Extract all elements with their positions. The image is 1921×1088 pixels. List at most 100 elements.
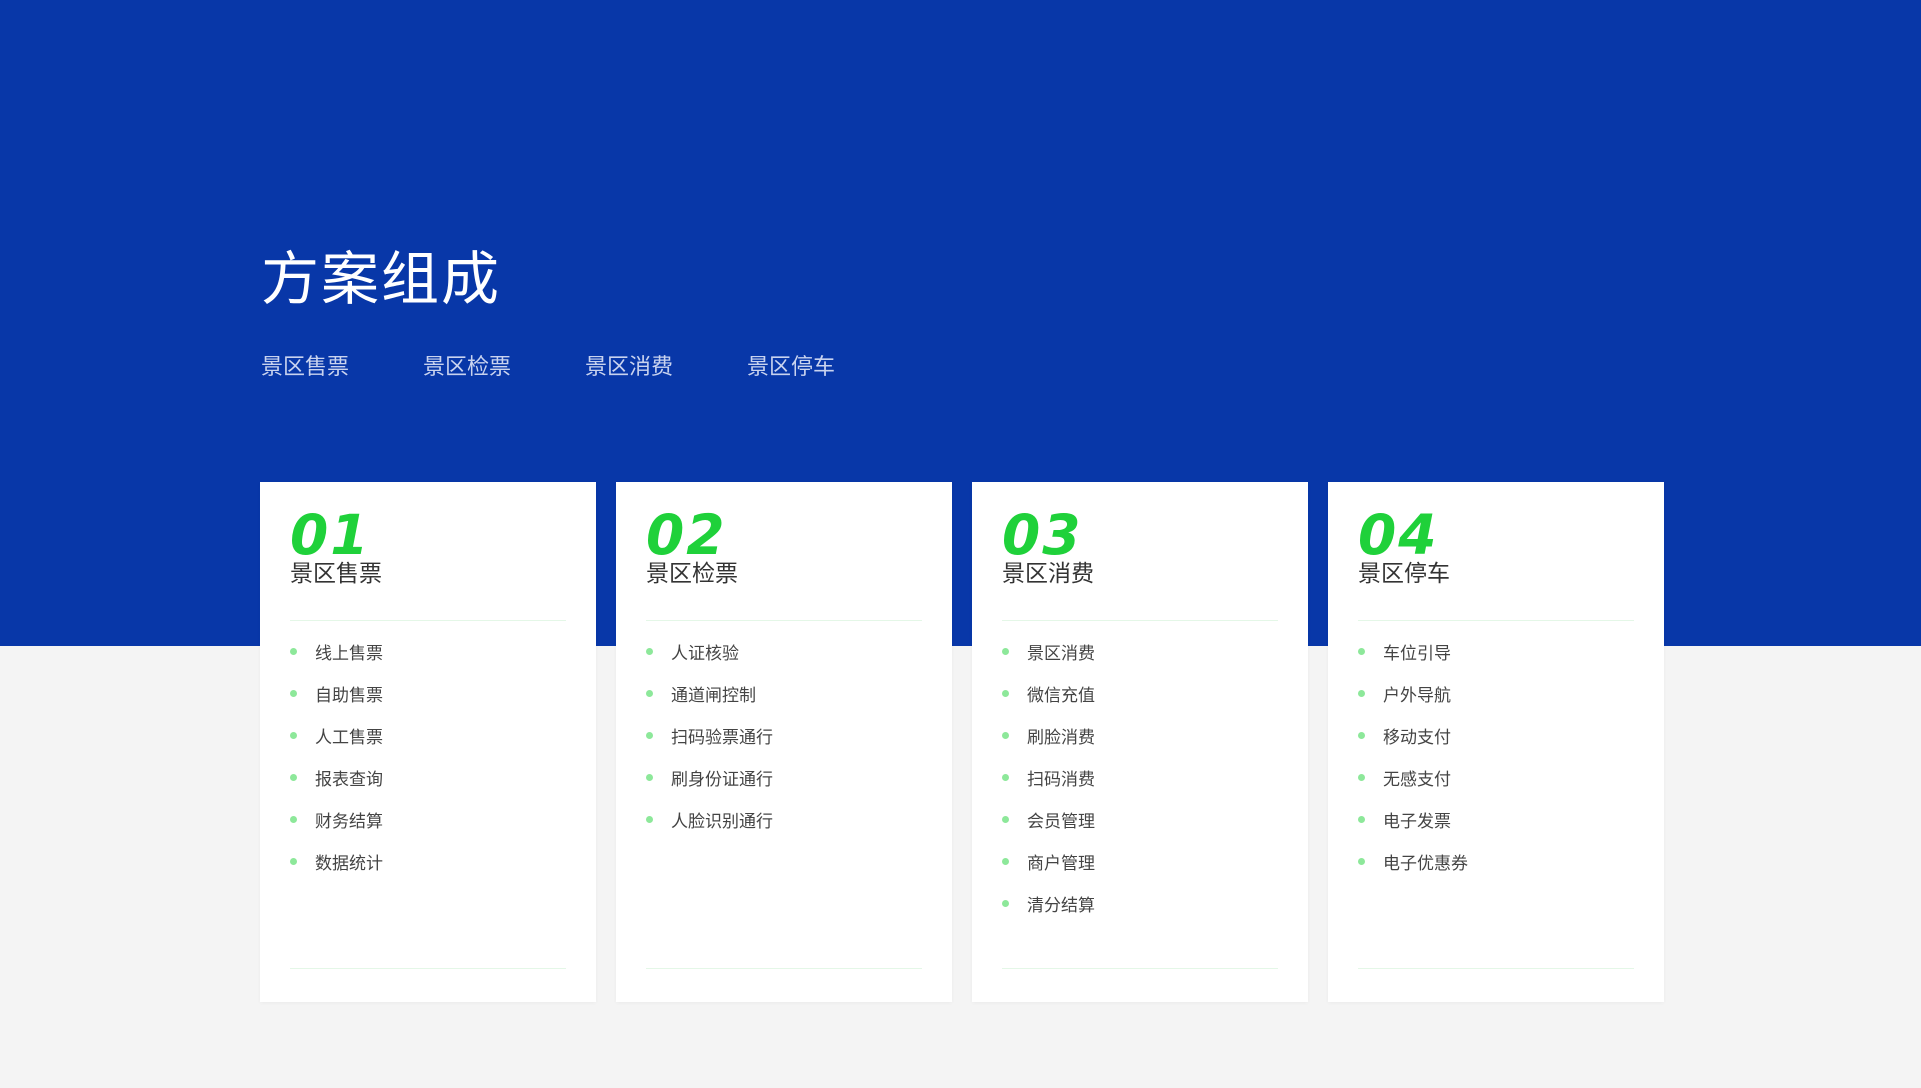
bullet-dot-icon [1358, 815, 1365, 823]
list-item: 自助售票 [290, 672, 383, 714]
list-item-label: 刷身份证通行 [671, 769, 773, 790]
list-item: 车位引导 [1358, 630, 1468, 672]
bullet-dot-icon [646, 689, 653, 697]
list-item: 户外导航 [1358, 672, 1468, 714]
bullet-dot-icon [1358, 731, 1365, 739]
divider [646, 968, 922, 969]
list-item-label: 车位引导 [1383, 643, 1451, 664]
list-item-label: 电子发票 [1383, 811, 1451, 832]
list-item-label: 人证核验 [671, 643, 739, 664]
list-item: 线上售票 [290, 630, 383, 672]
list-item-label: 扫码验票通行 [671, 727, 773, 748]
list-item-label: 微信充值 [1027, 685, 1095, 706]
list-item-label: 会员管理 [1027, 811, 1095, 832]
list-item: 无感支付 [1358, 756, 1468, 798]
list-item: 清分结算 [1002, 882, 1095, 924]
list-item: 刷脸消费 [1002, 714, 1095, 756]
card-parking: 04 景区停车 车位引导 户外导航 移动支付 无感支付 电子发票 电子优惠券 [1328, 482, 1664, 1002]
bullet-dot-icon [646, 731, 653, 739]
divider [1002, 968, 1278, 969]
feature-list: 线上售票 自助售票 人工售票 报表查询 财务结算 数据统计 [290, 630, 383, 882]
bullet-dot-icon [290, 773, 297, 781]
list-item: 人脸识别通行 [646, 798, 773, 840]
list-item: 人证核验 [646, 630, 773, 672]
card-title: 景区消费 [1002, 561, 1094, 587]
list-item-label: 移动支付 [1383, 727, 1451, 748]
bullet-dot-icon [646, 773, 653, 781]
card-title: 景区售票 [290, 561, 382, 587]
divider [1002, 620, 1278, 621]
bullet-dot-icon [1002, 899, 1009, 907]
bullet-dot-icon [290, 647, 297, 655]
divider [1358, 620, 1634, 621]
list-item-label: 商户管理 [1027, 853, 1095, 874]
list-item-label: 刷脸消费 [1027, 727, 1095, 748]
bullet-dot-icon [1358, 857, 1365, 865]
list-item-label: 通道闸控制 [671, 685, 756, 706]
bullet-dot-icon [1002, 689, 1009, 697]
feature-list: 人证核验 通道闸控制 扫码验票通行 刷身份证通行 人脸识别通行 [646, 630, 773, 840]
list-item-label: 人工售票 [315, 727, 383, 748]
bullet-dot-icon [1002, 773, 1009, 781]
list-item-label: 数据统计 [315, 853, 383, 874]
tab-ticket-check[interactable]: 景区检票 [423, 352, 585, 384]
bullet-dot-icon [290, 857, 297, 865]
page: 方案组成 景区售票 景区检票 景区消费 景区停车 01 景区售票 线上售票 自助… [0, 0, 1921, 1088]
list-item-label: 扫码消费 [1027, 769, 1095, 790]
divider [646, 620, 922, 621]
tab-parking[interactable]: 景区停车 [747, 352, 909, 384]
list-item-label: 景区消费 [1027, 643, 1095, 664]
bullet-dot-icon [646, 647, 653, 655]
card-ticket-sales: 01 景区售票 线上售票 自助售票 人工售票 报表查询 财务结算 数据统计 [260, 482, 596, 1002]
list-item-label: 清分结算 [1027, 895, 1095, 916]
list-item-label: 线上售票 [315, 643, 383, 664]
bullet-dot-icon [646, 815, 653, 823]
card-list: 01 景区售票 线上售票 自助售票 人工售票 报表查询 财务结算 数据统计 02… [260, 482, 1664, 1002]
list-item-label: 自助售票 [315, 685, 383, 706]
bullet-dot-icon [1002, 731, 1009, 739]
list-item: 商户管理 [1002, 840, 1095, 882]
bullet-dot-icon [1002, 647, 1009, 655]
bullet-dot-icon [1002, 815, 1009, 823]
list-item: 刷身份证通行 [646, 756, 773, 798]
list-item-label: 人脸识别通行 [671, 811, 773, 832]
list-item: 报表查询 [290, 756, 383, 798]
list-item: 景区消费 [1002, 630, 1095, 672]
divider [290, 620, 566, 621]
list-item: 人工售票 [290, 714, 383, 756]
list-item-label: 户外导航 [1383, 685, 1451, 706]
tab-bar: 景区售票 景区检票 景区消费 景区停车 [261, 352, 909, 384]
list-item-label: 无感支付 [1383, 769, 1451, 790]
list-item-label: 电子优惠券 [1383, 853, 1468, 874]
list-item: 电子优惠券 [1358, 840, 1468, 882]
tab-ticket-sales[interactable]: 景区售票 [261, 352, 423, 384]
card-title: 景区检票 [646, 561, 738, 587]
bullet-dot-icon [290, 731, 297, 739]
list-item: 扫码验票通行 [646, 714, 773, 756]
list-item-label: 报表查询 [315, 769, 383, 790]
bullet-dot-icon [290, 689, 297, 697]
list-item: 电子发票 [1358, 798, 1468, 840]
list-item: 会员管理 [1002, 798, 1095, 840]
page-title: 方案组成 [261, 245, 502, 313]
feature-list: 景区消费 微信充值 刷脸消费 扫码消费 会员管理 商户管理 清分结算 [1002, 630, 1095, 924]
feature-list: 车位引导 户外导航 移动支付 无感支付 电子发票 电子优惠券 [1358, 630, 1468, 882]
card-consumption: 03 景区消费 景区消费 微信充值 刷脸消费 扫码消费 会员管理 商户管理 清分… [972, 482, 1308, 1002]
list-item: 扫码消费 [1002, 756, 1095, 798]
bullet-dot-icon [1358, 773, 1365, 781]
bullet-dot-icon [290, 815, 297, 823]
list-item: 微信充值 [1002, 672, 1095, 714]
card-title: 景区停车 [1358, 561, 1450, 587]
list-item: 财务结算 [290, 798, 383, 840]
tab-consumption[interactable]: 景区消费 [585, 352, 747, 384]
divider [290, 968, 566, 969]
divider [1358, 968, 1634, 969]
bullet-dot-icon [1358, 689, 1365, 697]
list-item: 数据统计 [290, 840, 383, 882]
list-item: 移动支付 [1358, 714, 1468, 756]
list-item: 通道闸控制 [646, 672, 773, 714]
bullet-dot-icon [1002, 857, 1009, 865]
card-ticket-check: 02 景区检票 人证核验 通道闸控制 扫码验票通行 刷身份证通行 人脸识别通行 [616, 482, 952, 1002]
bullet-dot-icon [1358, 647, 1365, 655]
list-item-label: 财务结算 [315, 811, 383, 832]
